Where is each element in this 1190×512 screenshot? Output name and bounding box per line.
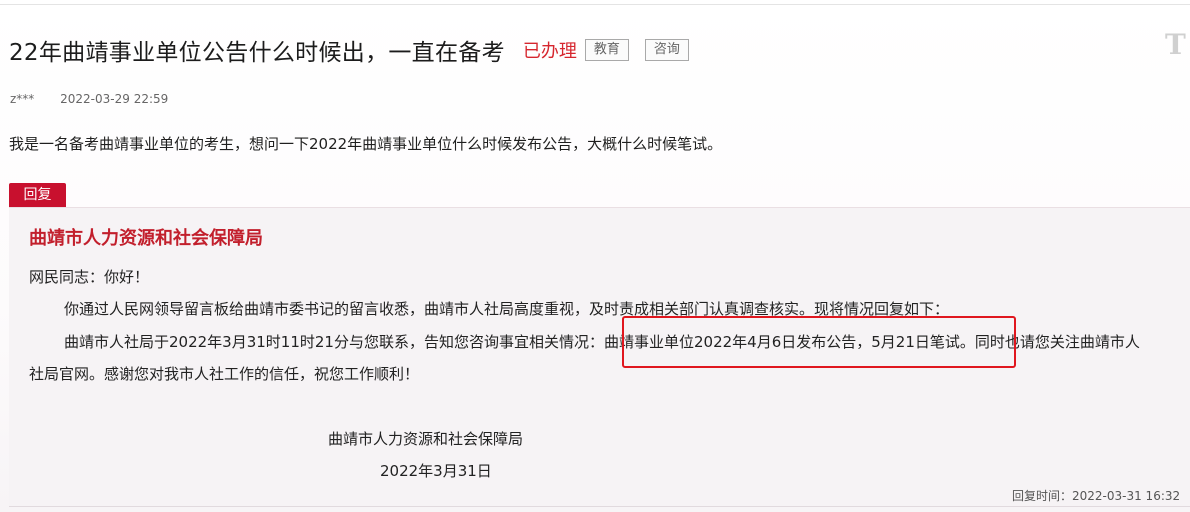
reply-greeting: 网民同志：你好！ — [29, 268, 150, 286]
post-meta: z*** 2022-03-29 22:59 — [10, 92, 168, 106]
post-datetime: 2022-03-29 22:59 — [60, 92, 169, 106]
author-name: z*** — [10, 92, 35, 106]
bottom-divider — [9, 506, 1190, 507]
message-board-page: 22年曲靖事业单位公告什么时候出，一直在备考 已办理 教育 咨询 T z*** … — [0, 0, 1190, 512]
question-text: 我是一名备考曲靖事业单位的考生，想问一下2022年曲靖事业单位什么时候发布公告，… — [9, 135, 723, 153]
reply-badge: 回复 — [9, 183, 66, 207]
reply-timestamp: 回复时间：2022-03-31 16:32 — [1012, 489, 1181, 503]
tag-consult[interactable]: 咨询 — [644, 39, 689, 61]
post-title: 22年曲靖事业单位公告什么时候出，一直在备考 — [9, 40, 505, 66]
highlight-annotation-box — [622, 316, 1016, 368]
tag-education[interactable]: 教育 — [584, 39, 629, 61]
top-divider — [0, 4, 1190, 5]
reply-organization: 曲靖市人力资源和社会保障局 — [29, 228, 263, 249]
reply-paragraph-3: 社局官网。感谢您对我市人社工作的信任，祝您工作顺利！ — [29, 365, 420, 383]
signature-date: 2022年3月31日 — [380, 462, 492, 480]
signature-organization: 曲靖市人力资源和社会保障局 — [328, 430, 524, 448]
post-header: 22年曲靖事业单位公告什么时候出，一直在备考 已办理 教育 咨询 — [9, 34, 689, 66]
status-label: 已办理 — [522, 41, 577, 62]
corner-watermark: T — [1165, 28, 1186, 61]
